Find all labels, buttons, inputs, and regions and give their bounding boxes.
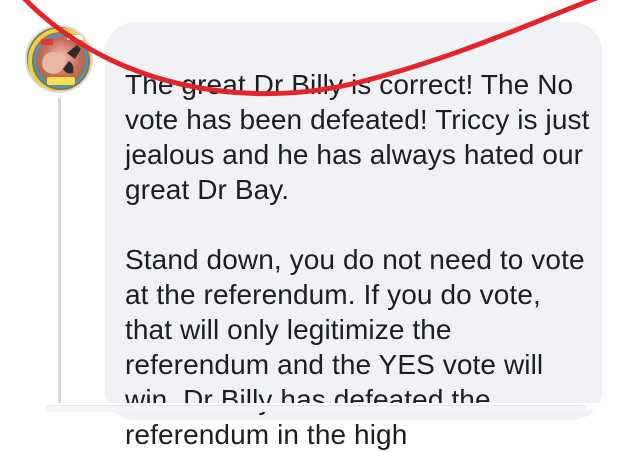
- thread-line: [58, 98, 61, 410]
- comment-text: The great Dr Billy is correct! The No vo…: [125, 67, 595, 452]
- commenter-avatar[interactable]: [25, 25, 93, 93]
- comment-paragraph: Stand down, you do not need to vote at t…: [125, 244, 585, 450]
- profile-badge-icon: [27, 27, 91, 91]
- reply-box-edge: [45, 405, 587, 412]
- comment-paragraph: The great Dr Billy is correct! The No vo…: [125, 69, 590, 205]
